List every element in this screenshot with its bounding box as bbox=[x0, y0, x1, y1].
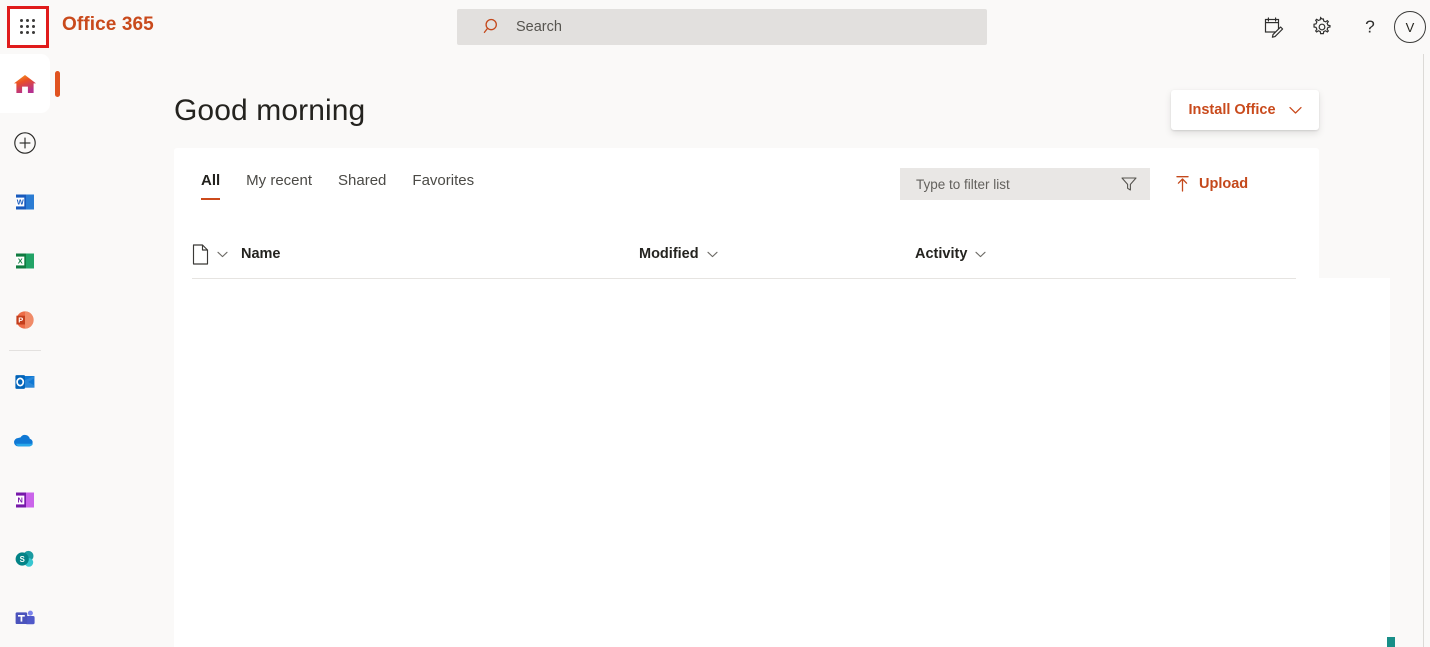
header-action-icons: ? V bbox=[1250, 0, 1430, 54]
note-pencil-icon bbox=[1264, 17, 1284, 38]
document-icon bbox=[192, 243, 209, 265]
sidebar-item-word[interactable]: W bbox=[0, 172, 50, 231]
app-launcher-button[interactable] bbox=[7, 6, 49, 48]
sidebar-item-excel[interactable]: X bbox=[0, 231, 50, 290]
sidebar-item-home[interactable] bbox=[0, 54, 60, 113]
upload-label: Upload bbox=[1199, 176, 1249, 192]
sidebar-item-outlook[interactable] bbox=[0, 352, 50, 411]
install-office-label: Install Office bbox=[1188, 102, 1276, 118]
upload-arrow-icon bbox=[1176, 176, 1189, 192]
sharepoint-icon: S bbox=[15, 550, 34, 567]
main-content: Good morning Install Office All My recen… bbox=[50, 54, 1430, 647]
search-placeholder: Search bbox=[516, 19, 562, 35]
home-icon bbox=[14, 74, 36, 93]
onenote-icon: N bbox=[16, 492, 34, 507]
app-sidebar-rail: W X P N S bbox=[0, 54, 60, 647]
tab-shared[interactable]: Shared bbox=[325, 172, 399, 206]
brand-title[interactable]: Office 365 bbox=[62, 14, 154, 36]
file-list-header: Name Modified Activity bbox=[192, 236, 1296, 281]
sidebar-item-sharepoint[interactable]: S bbox=[0, 529, 50, 588]
file-filter-tabs: All My recent Shared Favorites bbox=[188, 172, 487, 206]
top-header: Office 365 Search ? V bbox=[0, 0, 1430, 54]
svg-text:N: N bbox=[18, 495, 23, 504]
help-icon: ? bbox=[1365, 17, 1375, 37]
column-header-activity-label: Activity bbox=[915, 246, 968, 262]
documents-card: All My recent Shared Favorites Type to f… bbox=[174, 148, 1319, 334]
svg-text:P: P bbox=[18, 315, 23, 324]
sidebar-item-create[interactable] bbox=[0, 113, 50, 172]
tab-all[interactable]: All bbox=[188, 172, 233, 206]
file-list-header-divider bbox=[192, 278, 1296, 279]
page-title: Good morning bbox=[174, 94, 366, 127]
status-indicator bbox=[1387, 637, 1395, 647]
sidebar-item-teams[interactable] bbox=[0, 588, 50, 647]
app-launcher-waffle-icon bbox=[20, 19, 36, 35]
column-header-modified[interactable]: Modified bbox=[639, 236, 718, 272]
column-header-activity[interactable]: Activity bbox=[915, 236, 986, 272]
help-button[interactable]: ? bbox=[1346, 3, 1394, 51]
search-icon bbox=[483, 18, 497, 34]
column-header-modified-label: Modified bbox=[639, 246, 699, 262]
sidebar-item-powerpoint[interactable]: P bbox=[0, 290, 50, 349]
sidebar-item-onedrive[interactable] bbox=[0, 411, 50, 470]
tab-my-recent[interactable]: My recent bbox=[233, 172, 325, 206]
powerpoint-icon: P bbox=[16, 310, 34, 329]
office-365-home-page: Office 365 Search ? V W X P N S Good mor… bbox=[0, 0, 1430, 647]
chevron-down-icon bbox=[217, 251, 228, 257]
chevron-down-icon bbox=[1288, 106, 1302, 114]
funnel-icon[interactable] bbox=[1120, 175, 1138, 193]
onedrive-icon bbox=[14, 434, 33, 446]
note-pencil-button[interactable] bbox=[1250, 3, 1298, 51]
sidebar-item-onenote[interactable]: N bbox=[0, 470, 50, 529]
svg-text:W: W bbox=[17, 197, 24, 206]
excel-icon: X bbox=[16, 253, 34, 268]
column-header-type[interactable] bbox=[192, 236, 228, 272]
upload-button[interactable]: Upload bbox=[1174, 168, 1248, 200]
install-office-button[interactable]: Install Office bbox=[1171, 90, 1319, 130]
svg-text:X: X bbox=[18, 256, 23, 265]
svg-text:S: S bbox=[20, 555, 25, 564]
page-scrollbar[interactable] bbox=[1423, 54, 1424, 647]
settings-button[interactable] bbox=[1298, 3, 1346, 51]
filter-placeholder: Type to filter list bbox=[916, 176, 1010, 192]
chevron-down-icon bbox=[975, 251, 986, 257]
search-box[interactable]: Search bbox=[457, 9, 987, 45]
column-header-name-label: Name bbox=[241, 246, 281, 262]
teams-icon bbox=[15, 610, 35, 624]
tab-favorites[interactable]: Favorites bbox=[399, 172, 487, 206]
svg-text:?: ? bbox=[1365, 17, 1375, 37]
plus-circle-icon bbox=[14, 131, 36, 154]
column-header-name[interactable]: Name bbox=[241, 236, 281, 272]
chevron-down-icon bbox=[707, 251, 718, 257]
word-icon: W bbox=[16, 194, 34, 209]
outlook-icon bbox=[15, 374, 35, 389]
user-avatar[interactable]: V bbox=[1394, 11, 1426, 43]
sidebar-divider bbox=[9, 350, 41, 351]
gear-icon bbox=[1313, 16, 1331, 35]
filter-input[interactable]: Type to filter list bbox=[900, 168, 1150, 200]
